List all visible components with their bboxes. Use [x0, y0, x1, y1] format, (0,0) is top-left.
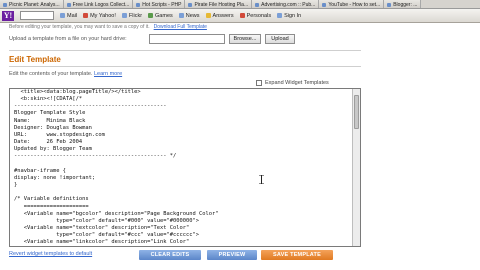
page-icon: [136, 2, 141, 7]
browse-button[interactable]: Browse...: [229, 34, 261, 44]
text-cursor-icon: [259, 175, 264, 184]
personals-icon: [239, 13, 245, 18]
edit-template-heading: Edit Template: [9, 55, 61, 64]
code-line: #navbar-iframe {: [14, 167, 66, 174]
browser-tab[interactable]: Picnic Planet: Analys...: [0, 0, 64, 8]
upload-label: Upload a template from a file on your ha…: [9, 36, 127, 42]
code-line: <Variable name="bgcolor" description="Pa…: [14, 210, 219, 217]
page-icon: [188, 2, 193, 7]
browser-tab-strip: Picnic Planet: Analys... Free Link Logos…: [0, 0, 480, 9]
news-icon: [178, 13, 184, 18]
edit-template-label: Edit the contents of your template. Lear…: [9, 71, 123, 77]
yahoo-logo-icon[interactable]: Y!: [2, 10, 14, 21]
browser-tab[interactable]: YouTube - How to set...: [319, 0, 385, 8]
divider: [9, 50, 361, 51]
code-line: Designer: Douglas Bowman: [14, 124, 92, 131]
code-line: <b:skin><![CDATA[/*: [14, 96, 83, 103]
answers-icon: [205, 13, 211, 18]
clear-edits-button[interactable]: CLEAR EDITS: [139, 250, 201, 260]
sign-in-icon: [277, 13, 283, 18]
toolbar-item-news[interactable]: News: [178, 13, 200, 19]
toolbar-item-sign-in[interactable]: Sign In: [277, 13, 301, 19]
expand-widget-templates[interactable]: Expand Widget Templates: [256, 80, 329, 86]
code-line: URL: www.stopdesign.com: [14, 131, 105, 138]
template-code[interactable]: <title><data:blog.pageTitle/></title> <b…: [10, 89, 360, 247]
editor-scrollbar[interactable]: [352, 89, 360, 246]
revert-widget-templates-link[interactable]: Revert widget templates to default: [9, 251, 92, 257]
code-line: display: none !important;: [14, 174, 96, 181]
code-line: Name: Minima Black: [14, 117, 86, 124]
save-template-button[interactable]: SAVE TEMPLATE: [261, 250, 333, 260]
browser-tab[interactable]: Free Link Logos Collect...: [63, 0, 134, 8]
page-icon: [66, 2, 71, 7]
template-editor[interactable]: <title><data:blog.pageTitle/></title> <b…: [9, 88, 361, 247]
expand-widget-checkbox[interactable]: [256, 80, 262, 86]
file-path-input[interactable]: [149, 34, 225, 44]
games-icon: [148, 13, 154, 18]
page-icon: [255, 2, 260, 7]
browser-tab[interactable]: Advertising.com :: Pub...: [252, 0, 320, 8]
page-icon: [322, 2, 327, 7]
code-line: Blogger Template Style: [14, 110, 86, 117]
toolbar-search-input[interactable]: [20, 11, 54, 20]
browser-tab[interactable]: Pirate File Hosting Pla...: [185, 0, 253, 8]
code-line: <Variable name="linkcolor" description="…: [14, 239, 190, 246]
code-line: Updated by: Blogger Team: [14, 146, 92, 153]
yahoo-toolbar: Y! Mail My Yahoo! Flickr Games News Answ…: [0, 9, 480, 23]
code-line: }: [14, 182, 18, 189]
page-icon: [387, 2, 392, 7]
toolbar-item-games[interactable]: Games: [148, 13, 173, 19]
yahoo-icon: [83, 13, 89, 18]
divider: [9, 66, 361, 67]
code-line: /* Variable definitions: [14, 196, 89, 203]
browser-tab[interactable]: Hot Scripts - PHP: [133, 0, 186, 8]
toolbar-item-my-yahoo[interactable]: My Yahoo!: [83, 13, 116, 19]
code-line: ----------------------------------------…: [14, 153, 177, 160]
action-bar: Revert widget templates to default CLEAR…: [0, 248, 480, 270]
toolbar-item-personals[interactable]: Personals: [239, 13, 271, 19]
mail-icon: [60, 13, 65, 18]
toolbar-item-answers[interactable]: Answers: [205, 13, 234, 19]
scrollbar-thumb[interactable]: [354, 95, 359, 129]
browser-tab[interactable]: Blogger: ...: [384, 0, 422, 8]
code-line: ====================: [14, 203, 89, 210]
toolbar-item-mail[interactable]: Mail: [60, 13, 77, 19]
page-icon: [3, 2, 7, 7]
learn-more-link[interactable]: Learn more: [94, 71, 122, 77]
code-line: type="color" default="#000" value="#0000…: [14, 217, 199, 224]
code-line: type="color" default="#9ad" value="#99aa…: [14, 246, 356, 247]
toolbar-item-flickr[interactable]: Flickr: [121, 13, 142, 19]
download-template-link[interactable]: Download Full Template: [154, 24, 207, 33]
backup-note: Before editing your template, you may wa…: [0, 24, 480, 33]
code-line: <Variable name="textcolor" description="…: [14, 224, 190, 231]
preview-button[interactable]: PREVIEW: [207, 250, 257, 260]
upload-button[interactable]: Upload: [265, 34, 295, 44]
flickr-icon: [121, 13, 127, 18]
code-line: Date: 26 Feb 2004: [14, 139, 83, 146]
code-line: <title><data:blog.pageTitle/></title>: [14, 89, 141, 95]
code-line: ----------------------------------------…: [14, 103, 167, 110]
code-line: type="color" default="#ccc" value="#cccc…: [14, 232, 199, 239]
